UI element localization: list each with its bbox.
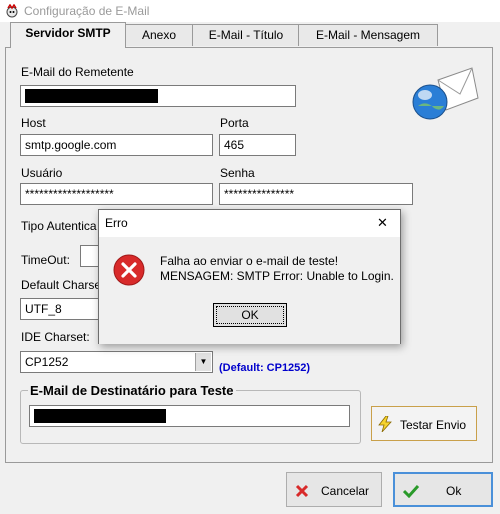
cancel-label: Cancelar xyxy=(321,484,370,498)
app-icon xyxy=(6,4,18,18)
ok-label: Ok xyxy=(446,484,462,498)
timeout-label: TimeOut: xyxy=(21,253,70,267)
password-value: *************** xyxy=(224,187,295,201)
default-charset-label: Default Charse xyxy=(21,278,102,292)
ide-charset-label: IDE Charset: xyxy=(21,330,90,344)
error-icon xyxy=(113,254,145,286)
ide-charset-select[interactable]: CP1252 ▼ xyxy=(20,351,213,373)
default-charset-select[interactable]: UTF_8 xyxy=(20,298,110,320)
test-send-button[interactable]: Testar Envio xyxy=(371,406,477,441)
user-label: Usuário xyxy=(21,166,63,180)
tab-anexo[interactable]: Anexo xyxy=(124,24,194,46)
ok-button[interactable]: Ok xyxy=(393,472,493,507)
password-input[interactable]: *************** xyxy=(219,183,413,205)
test-send-label: Testar Envio xyxy=(400,418,467,432)
host-value: smtp.google.com xyxy=(25,138,117,152)
dialog-ok-button[interactable]: OK xyxy=(213,303,287,327)
sender-email-input[interactable] xyxy=(20,85,296,107)
redacted-block xyxy=(25,89,158,103)
test-recipient-input[interactable] xyxy=(29,405,350,427)
port-input[interactable]: 465 xyxy=(219,134,296,156)
tab-label: E-Mail - Mensagem xyxy=(315,28,421,42)
chevron-down-icon[interactable]: ▼ xyxy=(195,353,211,371)
dialog-message-line1: Falha ao enviar o e-mail de teste! xyxy=(160,254,339,268)
dialog-body: Falha ao enviar o e-mail de teste! MENSA… xyxy=(99,237,400,344)
email-globe-icon xyxy=(412,67,479,120)
tab-label: Anexo xyxy=(141,28,177,42)
lightning-icon xyxy=(378,416,392,432)
port-value: 465 xyxy=(224,138,245,152)
dialog-title: Erro xyxy=(105,216,128,230)
user-input[interactable]: ******************* xyxy=(20,183,213,205)
auth-type-label: Tipo Autentica xyxy=(21,219,97,233)
dialog-message-line2: MENSAGEM: SMTP Error: Unable to Login. xyxy=(160,269,394,283)
tab-servidor-smtp[interactable]: Servidor SMTP xyxy=(10,22,126,48)
tab-email-titulo[interactable]: E-Mail - Título xyxy=(192,24,300,46)
cancel-button[interactable]: Cancelar xyxy=(286,472,382,507)
host-input[interactable]: smtp.google.com xyxy=(20,134,213,156)
ide-charset-hint: (Default: CP1252) xyxy=(219,362,311,374)
dialog-title-bar: Erro ✕ xyxy=(99,210,400,236)
redacted-block xyxy=(34,409,166,423)
tab-label: Servidor SMTP xyxy=(25,26,111,40)
sender-label: E-Mail do Remetente xyxy=(21,65,134,79)
host-label: Host xyxy=(21,116,46,130)
user-value: ******************* xyxy=(25,187,114,201)
password-label: Senha xyxy=(220,166,255,180)
close-icon[interactable]: ✕ xyxy=(377,215,388,231)
checkmark-icon xyxy=(403,484,419,498)
port-label: Porta xyxy=(220,116,249,130)
ide-charset-value: CP1252 xyxy=(25,355,69,369)
error-dialog: Erro ✕ Falha ao enviar o e-mail de teste… xyxy=(98,209,401,344)
title-bar: Configuração de E-Mail xyxy=(0,0,500,22)
close-icon xyxy=(295,484,309,498)
window-title: Configuração de E-Mail xyxy=(24,4,150,18)
default-charset-value: UTF_8 xyxy=(25,302,62,316)
test-group-title: E-Mail de Destinatário para Teste xyxy=(28,383,236,398)
tab-email-mensagem[interactable]: E-Mail - Mensagem xyxy=(298,24,438,46)
tab-label: E-Mail - Título xyxy=(208,28,284,42)
